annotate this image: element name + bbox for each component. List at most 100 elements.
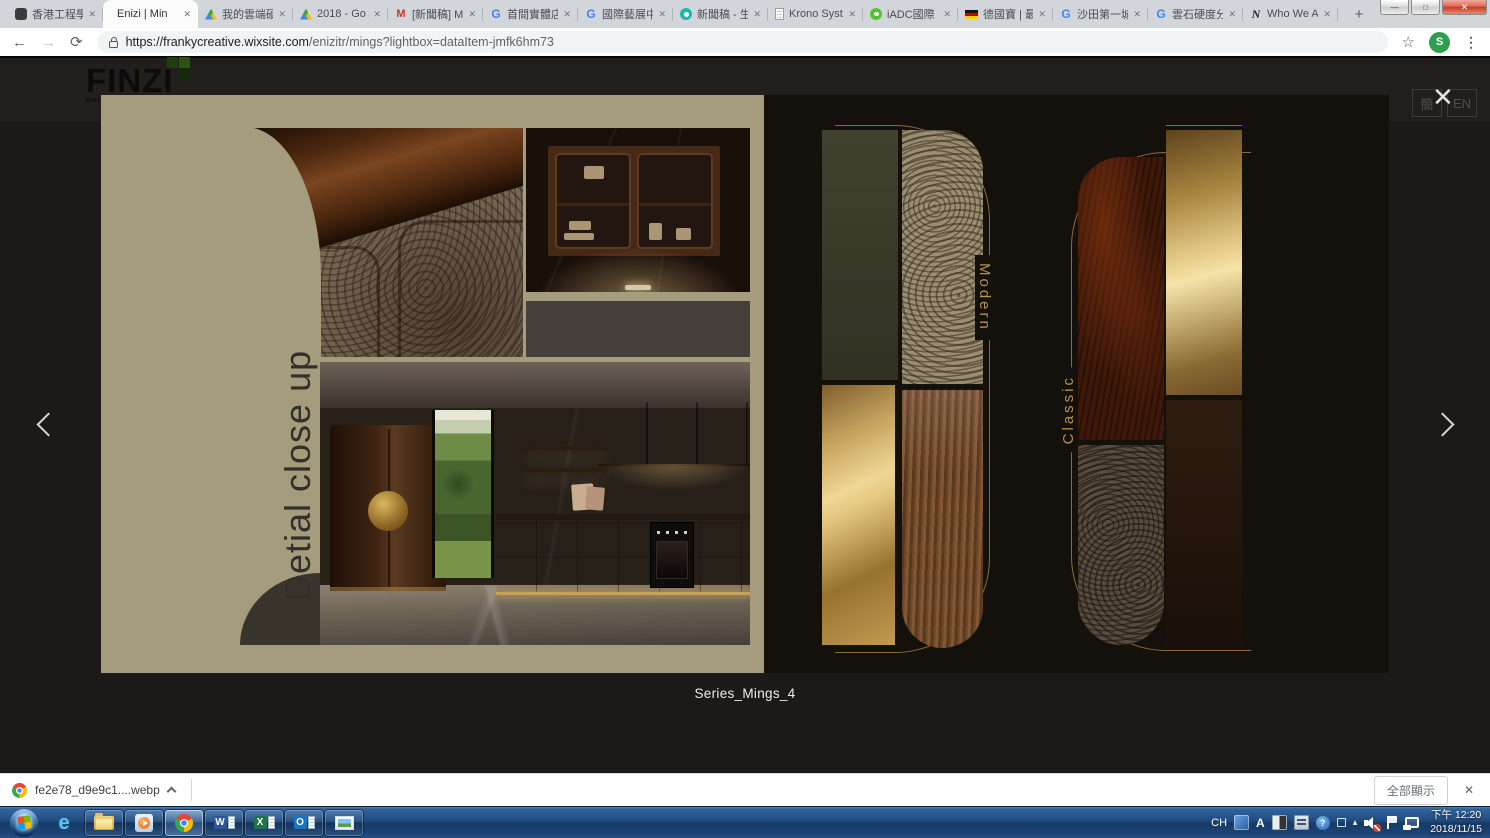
- divider: [191, 779, 192, 801]
- gold-accent-line: [1166, 125, 1242, 126]
- google-favicon-icon: G: [585, 8, 597, 20]
- browser-tab[interactable]: G雲石硬度分✕: [1148, 0, 1243, 28]
- webp-file-icon: [12, 783, 27, 798]
- tab-close-icon[interactable]: ✕: [1323, 9, 1331, 20]
- none-favicon-icon: [110, 8, 112, 20]
- browser-tab[interactable]: 德國寶 | 最✕: [958, 0, 1053, 28]
- logo-squares-icon: [167, 57, 191, 81]
- flag-de-favicon-icon: [965, 10, 978, 19]
- walnut-wood-swatch: [902, 390, 983, 648]
- built-in-oven: [650, 522, 694, 588]
- browser-tab[interactable]: 2018 - Go✕: [293, 0, 388, 28]
- lightbox-caption: Series_Mings_4: [101, 686, 1389, 701]
- forward-icon[interactable]: →: [41, 35, 56, 50]
- taskbar-outlook-button[interactable]: O: [285, 810, 323, 836]
- taskbar-start-button[interactable]: [5, 810, 43, 836]
- tray-misc-icon[interactable]: [1337, 818, 1346, 827]
- browser-tab[interactable]: 我的雲端硬✕: [198, 0, 293, 28]
- show-all-downloads-button[interactable]: 全部顯示: [1374, 776, 1448, 805]
- cabinet-door: [637, 153, 713, 249]
- tab-close-icon[interactable]: ✕: [278, 9, 286, 20]
- tab-close-icon[interactable]: ✕: [848, 9, 856, 20]
- tab-close-icon[interactable]: ✕: [658, 9, 666, 20]
- download-options-caret-icon[interactable]: [166, 787, 176, 797]
- tab-title: 沙田第一城: [1077, 6, 1128, 22]
- browser-tab[interactable]: M[新聞稿] M✕: [388, 0, 483, 28]
- action-center-flag-icon[interactable]: [1386, 816, 1398, 829]
- system-tray: CH A ? ▴ 下午 12:20 2018/11/15: [1211, 809, 1490, 836]
- tab-close-icon[interactable]: ✕: [1038, 9, 1046, 20]
- tab-close-icon[interactable]: ✕: [1228, 9, 1236, 20]
- browser-menu-icon[interactable]: ⋮: [1464, 34, 1478, 51]
- ime-help-icon[interactable]: ?: [1316, 816, 1330, 830]
- ime-halfwidth-icon[interactable]: [1272, 815, 1287, 830]
- tab-close-icon[interactable]: ✕: [468, 9, 476, 20]
- browser-tab[interactable]: Enizi | Min✕: [103, 0, 198, 28]
- taskbar-word-button[interactable]: W: [205, 810, 243, 836]
- dish: [584, 166, 604, 179]
- browser-tab[interactable]: Krono Syst✕: [768, 0, 863, 28]
- ime-mode-icon[interactable]: [1234, 815, 1249, 830]
- browser-tab[interactable]: G國際藝展中✕: [578, 0, 673, 28]
- browser-tab[interactable]: G 沙田第一城 ✕: [1053, 0, 1148, 28]
- tab-close-icon[interactable]: ✕: [373, 9, 381, 20]
- download-bar-close-icon[interactable]: ✕: [1464, 783, 1474, 797]
- browser-tab[interactable]: G首間實體店✕: [483, 0, 578, 28]
- windows-flag-icon: [17, 815, 32, 830]
- google-favicon-icon: G: [1060, 8, 1072, 20]
- taskbar-clock[interactable]: 下午 12:20 2018/11/15: [1430, 809, 1482, 836]
- dark-panel: [526, 301, 750, 357]
- browser-tab[interactable]: 新聞稿 - 生✕: [673, 0, 768, 28]
- cabinet-frame: [548, 146, 720, 256]
- drive-favicon-icon: [205, 9, 217, 20]
- lightbox-close-icon[interactable]: ✕: [1432, 84, 1454, 110]
- next-arrow-icon[interactable]: [1430, 412, 1454, 436]
- gmail-favicon-icon: M: [395, 8, 407, 20]
- profile-avatar[interactable]: S: [1429, 32, 1450, 53]
- prev-arrow-icon[interactable]: [36, 412, 60, 436]
- plinth-light: [496, 592, 750, 595]
- taskbar-chrome-button[interactable]: [165, 810, 203, 836]
- vertical-title: Detial close up: [277, 291, 319, 601]
- tab-close-icon[interactable]: ✕: [563, 9, 571, 20]
- tab-close-icon[interactable]: ✕: [88, 9, 96, 20]
- taskbar-wmp-button[interactable]: [125, 810, 163, 836]
- address-bar[interactable]: https://frankycreative.wixsite.com/enizi…: [97, 31, 1388, 53]
- browser-tab[interactable]: 香港工程學✕: [8, 0, 103, 28]
- volume-icon[interactable]: [1364, 816, 1379, 830]
- base-cabinets: [496, 520, 750, 592]
- outlook-icon: O: [294, 816, 315, 829]
- language-indicator[interactable]: CH: [1211, 817, 1227, 829]
- tab-close-icon[interactable]: ✕: [943, 9, 951, 20]
- logo-square: [179, 69, 190, 80]
- close-window-button[interactable]: ✕: [1442, 0, 1487, 15]
- tabs-container: 香港工程學✕Enizi | Min✕我的雲端硬✕2018 - Go✕M[新聞稿]…: [8, 0, 1340, 28]
- kitchen-scene-photo: [320, 362, 750, 645]
- clock-date: 2018/11/15: [1430, 823, 1482, 837]
- reload-icon[interactable]: ⟳: [70, 35, 83, 50]
- taskbar-photos-button[interactable]: [325, 810, 363, 836]
- taskbar-explorer-button[interactable]: [85, 810, 123, 836]
- back-icon[interactable]: ←: [12, 35, 27, 50]
- browser-tab[interactable]: iADC國際✕: [863, 0, 958, 28]
- browser-tab[interactable]: NWho We A✕: [1243, 0, 1338, 28]
- ime-alpha-icon[interactable]: A: [1256, 816, 1265, 830]
- maximize-button[interactable]: □: [1411, 0, 1440, 15]
- taskbar-excel-button[interactable]: X: [245, 810, 283, 836]
- bookmark-star-icon[interactable]: ☆: [1402, 33, 1415, 51]
- download-item[interactable]: fe2e78_d9e9c1....webp: [12, 783, 175, 798]
- google-favicon-icon: G: [1155, 8, 1167, 20]
- catalog-left-page: Detial close up: [101, 95, 764, 673]
- new-tab-button[interactable]: +: [1348, 3, 1370, 25]
- gold-material-swatch: [822, 385, 895, 645]
- tab-close-icon[interactable]: ✕: [183, 9, 191, 20]
- network-icon[interactable]: [1405, 817, 1419, 828]
- ime-toolbar-icon[interactable]: [1294, 815, 1309, 830]
- taskbar-ie-button[interactable]: e: [45, 810, 83, 836]
- tab-close-icon[interactable]: ✕: [1133, 9, 1141, 20]
- minimize-button[interactable]: —: [1380, 0, 1409, 15]
- tab-close-icon[interactable]: ✕: [753, 9, 761, 20]
- clock-time: 下午 12:20: [1430, 809, 1482, 823]
- hidden-icons-arrow-icon[interactable]: ▴: [1353, 817, 1358, 828]
- modern-label: Modern: [975, 255, 994, 340]
